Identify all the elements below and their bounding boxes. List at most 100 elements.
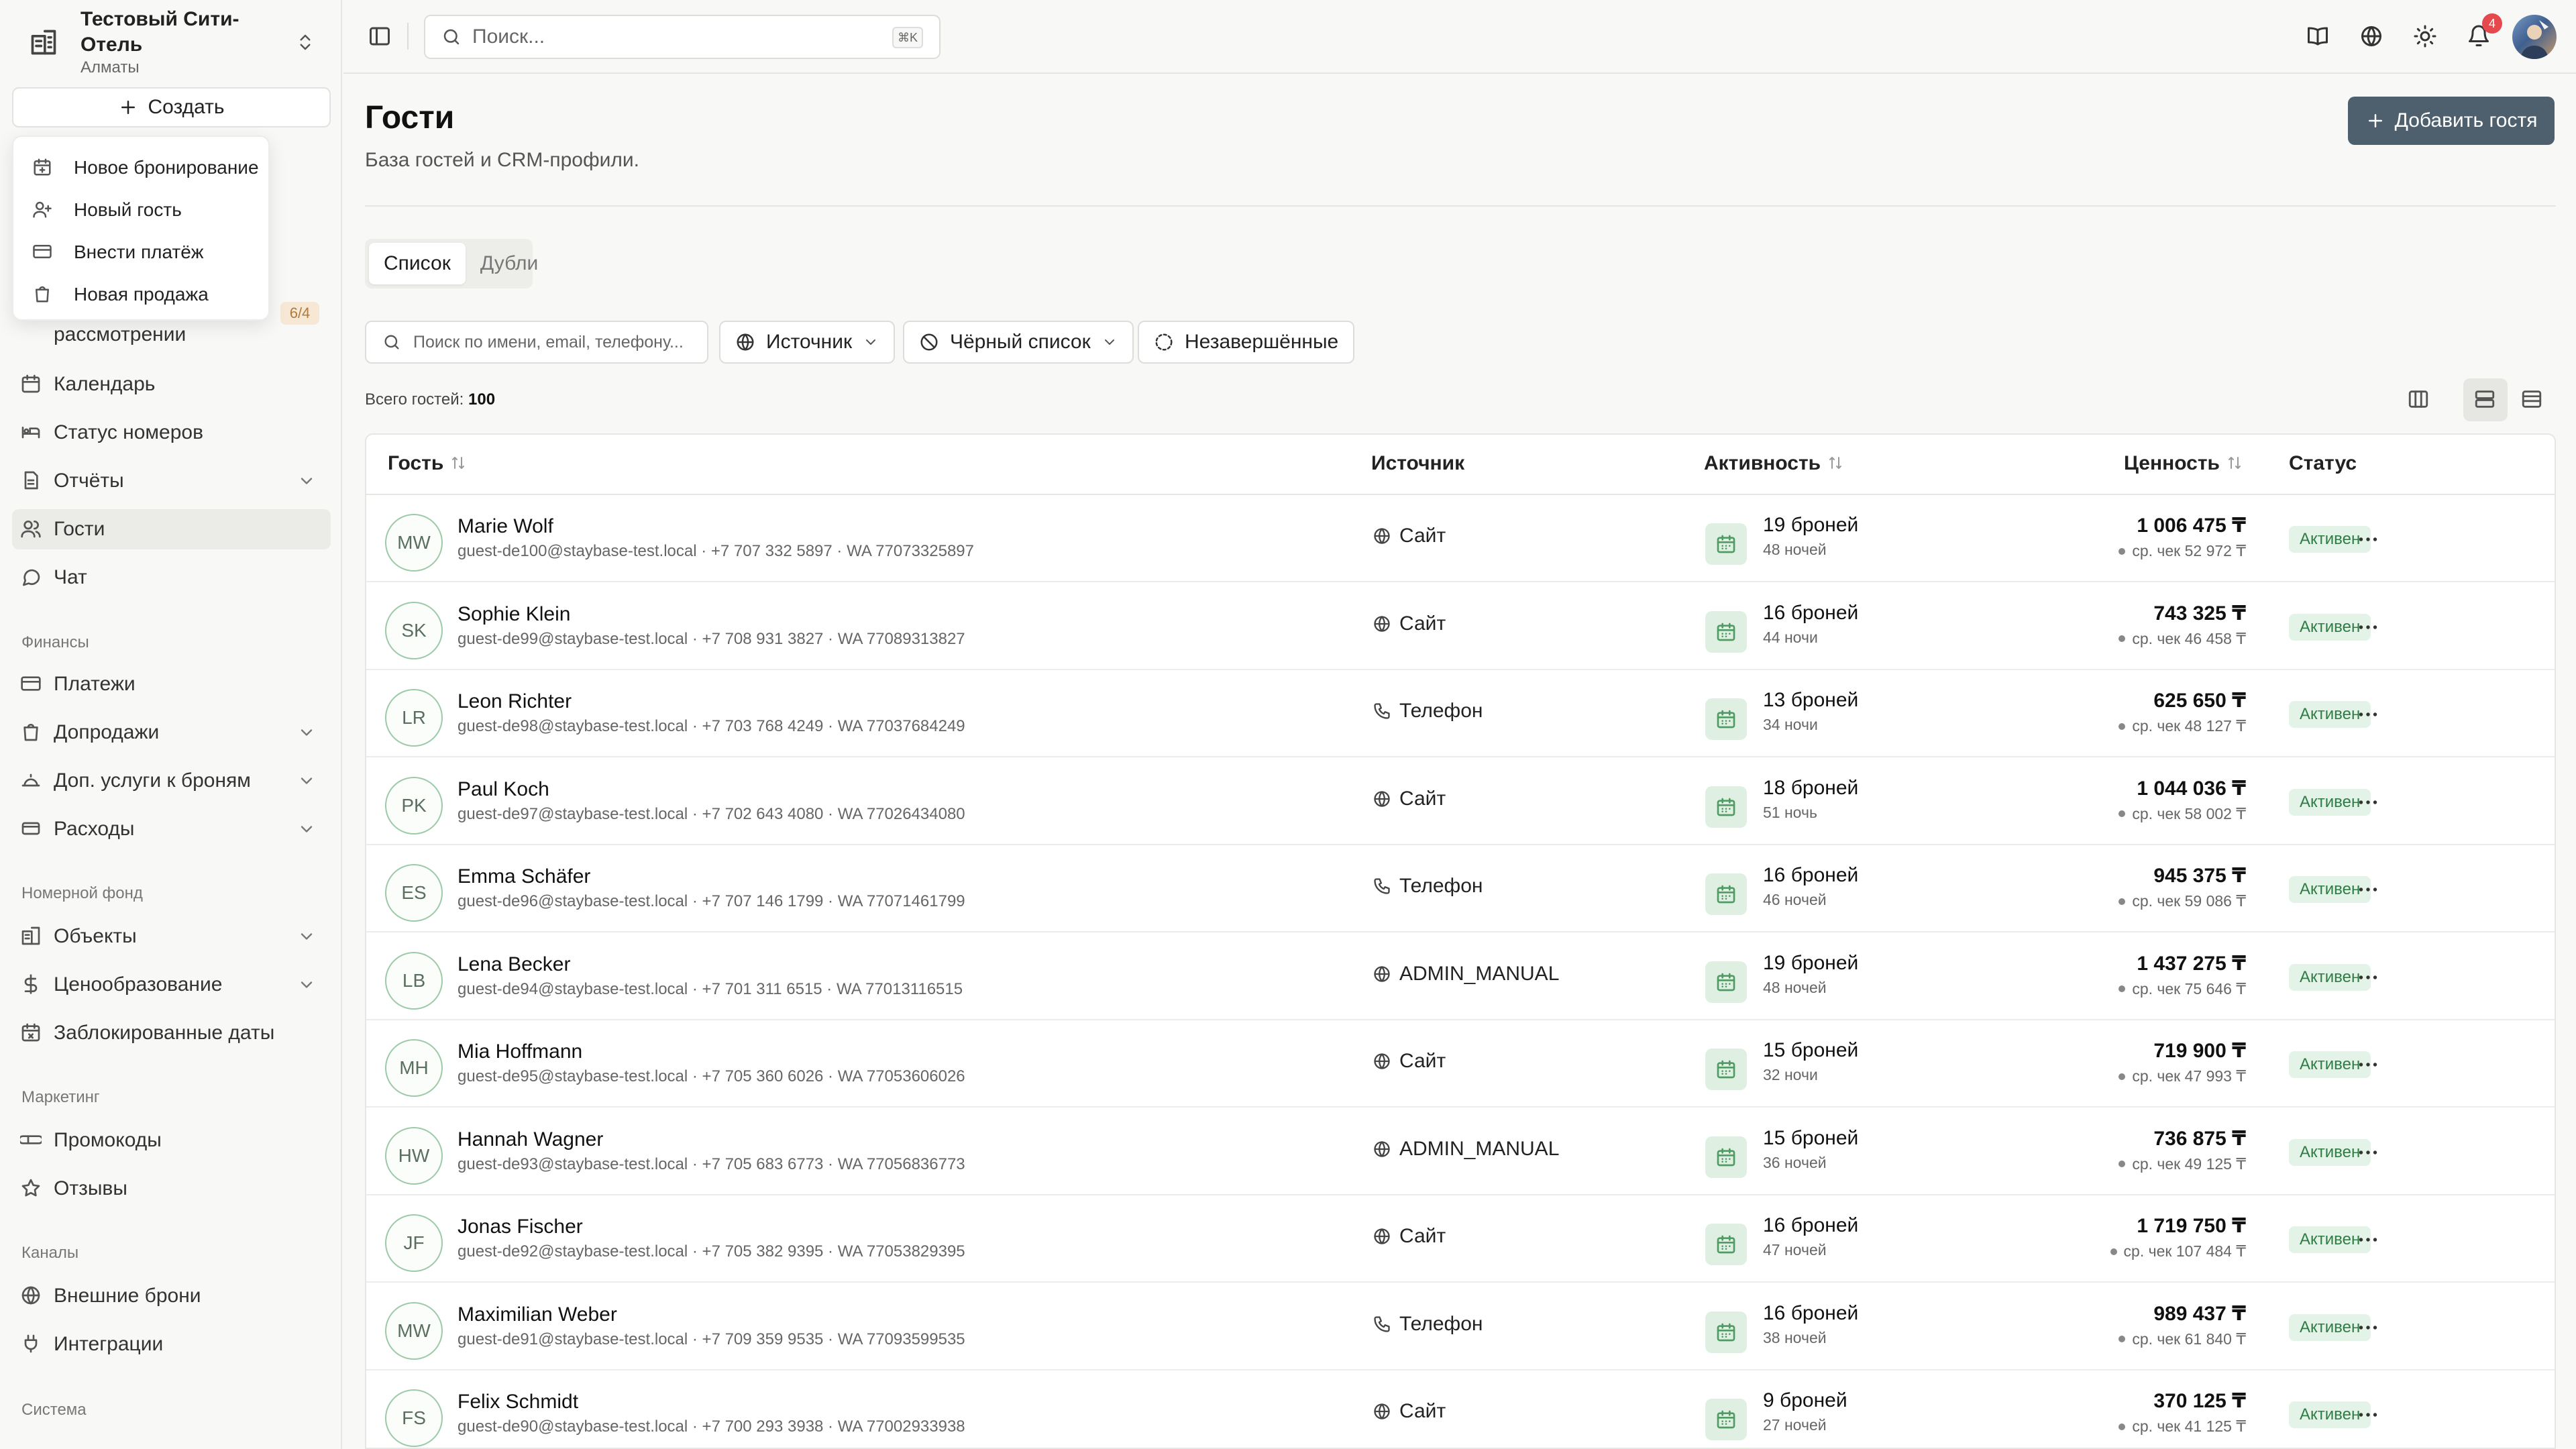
table-row[interactable]: MH Mia Hoffmann guest-de95@staybase-test.l… (366, 1020, 2555, 1108)
sort-icon (450, 455, 468, 472)
receipt-icon (20, 818, 43, 841)
bookings-count: 16 броней (1763, 1214, 1859, 1236)
guest-name[interactable]: Marie Wolf (458, 515, 553, 538)
table-row[interactable]: SK Sophie Klein guest-de99@staybase-test.l… (366, 583, 2555, 670)
sidebar-item-room-status[interactable]: Статус номеров (12, 413, 331, 453)
more-actions-icon[interactable] (2356, 877, 2380, 902)
bookings-count: 15 броней (1763, 1039, 1859, 1061)
sidebar-item-expenses[interactable]: Расходы (12, 809, 331, 849)
total-label: Всего гостей: (365, 390, 464, 409)
guest-name[interactable]: Mia Hoffmann (458, 1040, 582, 1063)
chevron-down-icon (297, 771, 316, 790)
guest-name[interactable]: Maximilian Weber (458, 1303, 617, 1326)
sort-icon (1827, 455, 1845, 472)
more-actions-icon[interactable] (2356, 1316, 2380, 1340)
guest-avatar: MH (385, 1039, 443, 1097)
sidebar-item-properties[interactable]: Объекты (12, 916, 331, 957)
guest-contact: guest-de93@staybase-test.local · +7 705 … (458, 1155, 965, 1173)
guest-name[interactable]: Jonas Fischer (458, 1216, 583, 1238)
table-row[interactable]: PK Paul Koch guest-de97@staybase-test.loca… (366, 758, 2555, 845)
guest-avatar: LB (385, 951, 443, 1010)
table-row[interactable]: JF Jonas Fischer guest-de92@staybase-test.… (366, 1195, 2555, 1283)
sidebar-item-payments[interactable]: Платежи (12, 664, 331, 704)
menu-item-label: Новый гость (74, 199, 182, 220)
sidebar-item-reports[interactable]: Отчёты (12, 461, 331, 501)
more-actions-icon[interactable] (2356, 965, 2380, 989)
table-row[interactable]: ES Emma Schäfer guest-de96@staybase-test.l… (366, 845, 2555, 932)
table-row[interactable]: HW Hannah Wagner guest-de93@staybase-test.… (366, 1108, 2555, 1195)
column-header-guest[interactable]: Гость (388, 452, 468, 475)
table-row[interactable]: LR Leon Richter guest-de98@staybase-test.l… (366, 670, 2555, 757)
sidebar-item-extra-services[interactable]: Доп. услуги к броням (12, 761, 331, 801)
sidebar-item-reviews[interactable]: Отзывы (12, 1169, 331, 1209)
more-actions-icon[interactable] (2356, 1140, 2380, 1165)
guest-name[interactable]: Emma Schäfer (458, 865, 590, 888)
guest-avatar: MW (385, 514, 443, 572)
column-header-source: Источник (1371, 452, 1464, 475)
more-actions-icon[interactable] (2356, 1053, 2380, 1077)
language-globe-icon[interactable] (2359, 24, 2385, 50)
theme-sun-icon[interactable] (2413, 24, 2438, 50)
columns-view-icon[interactable] (2407, 388, 2431, 412)
sidebar-toggle-icon[interactable] (368, 24, 392, 48)
menu-item-new-guest[interactable]: Новый гость (13, 189, 268, 231)
average-check: ср. чек 107 484 ₸ (2110, 1242, 2246, 1260)
incomplete-filter[interactable]: Незавершённые (1138, 321, 1355, 364)
average-check-label: ср. чек 75 646 ₸ (2132, 979, 2246, 998)
sidebar-item-external-bookings[interactable]: Внешние брони (12, 1276, 331, 1316)
cards-view-icon[interactable] (2473, 388, 2498, 412)
guest-search-input[interactable] (413, 332, 695, 352)
user-avatar[interactable] (2512, 15, 2557, 59)
menu-item-add-payment[interactable]: Внести платёж (13, 231, 268, 273)
guest-name[interactable]: Lena Becker (458, 953, 570, 976)
blacklist-filter[interactable]: Чёрный список (903, 321, 1134, 364)
column-header-value[interactable]: Ценность (2124, 452, 2244, 475)
sidebar-item-upsells[interactable]: Допродажи (12, 712, 331, 753)
table-view-icon[interactable] (2520, 388, 2544, 412)
more-actions-icon[interactable] (2356, 1403, 2380, 1427)
guest-value: 743 325 ₸ (2153, 602, 2246, 625)
table-row[interactable]: MW Maximilian Weber guest-de91@staybase-te… (366, 1283, 2555, 1371)
calendar-icon (1705, 1224, 1747, 1265)
global-search-input[interactable] (472, 25, 848, 48)
menu-item-new-sale[interactable]: Новая продажа (13, 273, 268, 315)
dot-icon (2118, 547, 2126, 555)
guest-search[interactable] (365, 321, 708, 364)
guest-name[interactable]: Sophie Klein (458, 603, 570, 626)
table-row[interactable]: MW Marie Wolf guest-de100@staybase-test.lo… (366, 495, 2555, 582)
sidebar-item-promocodes[interactable]: Промокоды (12, 1120, 331, 1161)
more-actions-icon[interactable] (2356, 615, 2380, 639)
guest-name[interactable]: Hannah Wagner (458, 1128, 603, 1151)
guest-name[interactable]: Felix Schmidt (458, 1391, 578, 1413)
column-header-activity[interactable]: Активность (1704, 452, 1845, 475)
menu-item-new-booking[interactable]: Новое бронирование (13, 146, 268, 189)
tab-list[interactable]: Список (369, 243, 466, 284)
sidebar-item-label: Отзывы (54, 1177, 127, 1199)
average-check-label: ср. чек 49 125 ₸ (2132, 1155, 2246, 1173)
table-row[interactable]: LB Lena Becker guest-de94@staybase-test.lo… (366, 933, 2555, 1020)
guest-name[interactable]: Leon Richter (458, 690, 572, 713)
tab-duplicates[interactable]: Дубли (466, 243, 553, 284)
hotel-switcher[interactable]: Тестовый Сити-Отель Алматы (20, 8, 322, 76)
sidebar-item-blocked-dates[interactable]: Заблокированные даты (12, 1013, 331, 1053)
plus-icon (118, 97, 138, 117)
sidebar-item-calendar[interactable]: Календарь (12, 364, 331, 405)
source-filter[interactable]: Источник (719, 321, 896, 364)
create-button[interactable]: Создать (12, 87, 331, 127)
more-actions-icon[interactable] (2356, 1228, 2380, 1252)
sidebar-item-label: Расходы (54, 818, 135, 840)
global-search[interactable]: ⌘K (424, 15, 941, 59)
sidebar-item-review-partial[interactable]: рассмотрении (54, 323, 186, 346)
sidebar-item-chat[interactable]: Чат (12, 557, 331, 598)
book-icon[interactable] (2306, 24, 2331, 50)
guest-name[interactable]: Paul Koch (458, 778, 549, 801)
more-actions-icon[interactable] (2356, 790, 2380, 814)
table-row[interactable]: FS Felix Schmidt guest-de90@staybase-test.… (366, 1371, 2555, 1448)
more-actions-icon[interactable] (2356, 527, 2380, 551)
more-actions-icon[interactable] (2356, 702, 2380, 727)
sidebar-item-guests[interactable]: Гости (12, 509, 331, 549)
sidebar-item-integrations[interactable]: Интеграции (12, 1324, 331, 1364)
average-check-label: ср. чек 47 993 ₸ (2132, 1067, 2246, 1085)
sidebar-item-pricing[interactable]: Ценообразование (12, 965, 331, 1005)
add-guest-button[interactable]: Добавить гостя (2348, 97, 2555, 145)
